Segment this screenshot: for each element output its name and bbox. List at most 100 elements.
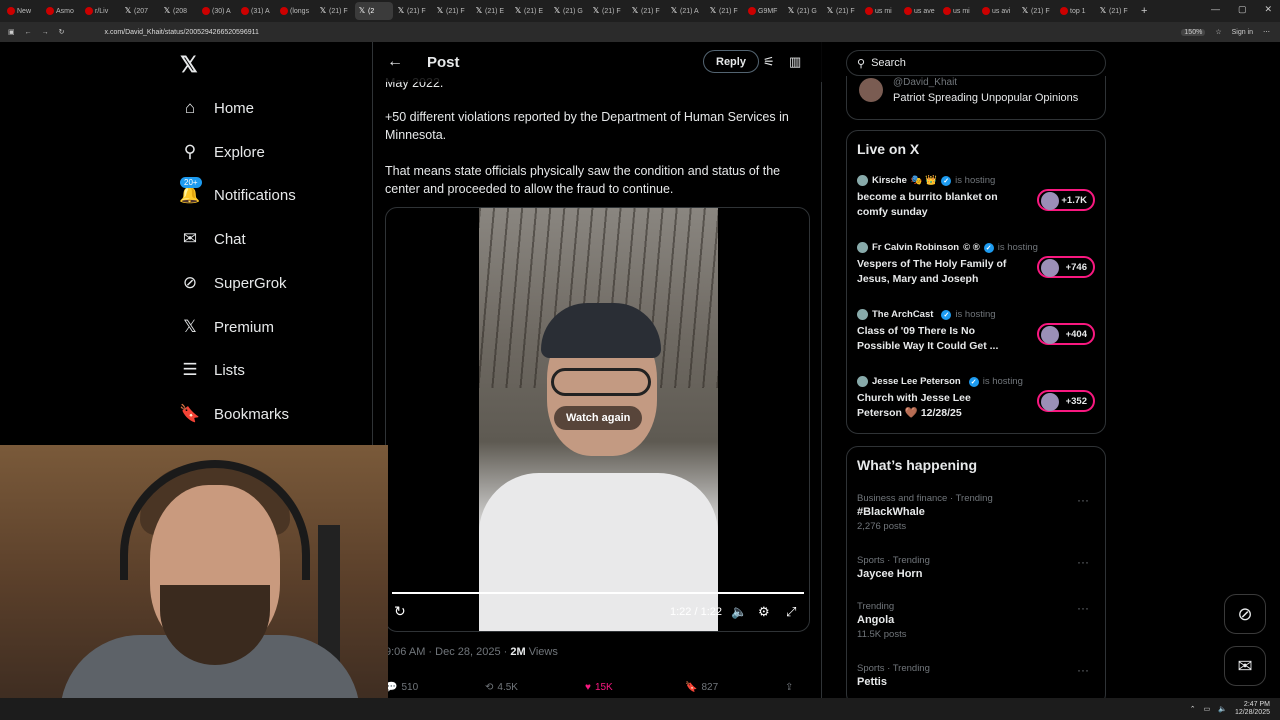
menu-icon[interactable]: ⋯: [1263, 28, 1270, 36]
browser-tab[interactable]: (longs: [277, 2, 315, 20]
browser-tab[interactable]: 𝕏 (207: [121, 2, 159, 20]
profile-card[interactable]: @David_Khait Patriot Spreading Unpopular…: [846, 76, 1106, 120]
forward-icon[interactable]: →: [42, 29, 49, 36]
live-space-item[interactable]: The ArchCast ✓ is hosting Class of '09 Ther…: [857, 309, 1097, 354]
nav-item-chat[interactable]: ✉ Chat: [180, 229, 246, 249]
reader-view-icon[interactable]: ▥: [789, 54, 801, 70]
browser-tab[interactable]: top 1: [1057, 2, 1095, 20]
repost-action[interactable]: ⟲ 4.5K: [485, 682, 585, 693]
browser-tab[interactable]: us avi: [979, 2, 1017, 20]
reload-icon[interactable]: ↻: [59, 28, 65, 36]
back-arrow-icon[interactable]: ←: [387, 53, 403, 71]
more-icon[interactable]: ···: [1077, 493, 1089, 507]
listener-pill[interactable]: +746: [1037, 256, 1095, 278]
browser-tab[interactable]: 𝕏 (208: [160, 2, 198, 20]
bookmark-icon: 🔖: [685, 682, 698, 693]
address-bar: ▣ ← → ↻ x.com/David_Khait/status/2005294…: [0, 22, 1280, 42]
trend-name: Jaycee Horn: [857, 568, 923, 580]
trend-item[interactable]: Sports · Trending Pettis ···: [857, 663, 1097, 688]
profile-button[interactable]: Sign in: [1232, 29, 1253, 36]
nav-item-bookmarks[interactable]: 🔖 Bookmarks: [179, 404, 289, 424]
reply-action[interactable]: 💬 510: [385, 682, 485, 693]
minimize-icon[interactable]: —: [1211, 4, 1220, 15]
browser-tab[interactable]: r/Liv: [82, 2, 120, 20]
browser-tab[interactable]: 𝕏 (21) F: [316, 2, 354, 20]
browser-tab[interactable]: 𝕏 (21) G: [550, 2, 588, 20]
more-icon[interactable]: ···: [1077, 555, 1089, 569]
tab-label: (21) A: [680, 7, 699, 15]
volume-tray-icon[interactable]: 🔈: [1218, 705, 1227, 713]
browser-tab[interactable]: Asmo: [43, 2, 81, 20]
browser-tab[interactable]: us ave: [901, 2, 939, 20]
browser-tab[interactable]: 𝕏 (21) E: [511, 2, 549, 20]
listener-pill[interactable]: +404: [1037, 323, 1095, 345]
trend-item[interactable]: Sports · Trending Jaycee Horn ···: [857, 555, 1097, 580]
browser-tab-strip: New Asmo r/Liv 𝕏 (207 𝕏 (208 (30) A (31) A (longs…: [0, 0, 1280, 22]
like-action[interactable]: ♥ 15K: [585, 682, 685, 693]
browser-tab[interactable]: 𝕏 (21) F: [706, 2, 744, 20]
nav-item-notifications[interactable]: 🔔 20+ Notifications: [179, 177, 296, 205]
grok-fab[interactable]: ⊘: [1224, 594, 1266, 634]
browser-tab[interactable]: (31) A: [238, 2, 276, 20]
browser-tab[interactable]: 𝕏 (21) F: [1096, 2, 1134, 20]
browser-tab[interactable]: 𝕏 (21) G: [784, 2, 822, 20]
settings-icon[interactable]: ⚙: [758, 604, 770, 620]
browser-tab[interactable]: us mi: [862, 2, 900, 20]
hosting-status: is hosting: [955, 309, 996, 320]
search-input[interactable]: ⚲ Search: [846, 50, 1106, 76]
browser-tab[interactable]: 𝕏 (21) F: [628, 2, 666, 20]
browser-tab[interactable]: 𝕏 (21) F: [394, 2, 432, 20]
volume-icon[interactable]: 🔈: [731, 604, 747, 620]
nav-item-premium[interactable]: 𝕏 Premium: [180, 317, 274, 337]
back-icon[interactable]: ←: [25, 29, 32, 36]
maximize-icon[interactable]: ▢: [1238, 4, 1247, 15]
browser-tab[interactable]: (30) A: [199, 2, 237, 20]
whats-happening-card: What’s happening Business and finance · …: [846, 446, 1106, 698]
nav-item-supergrok[interactable]: ⊘ SuperGrok: [180, 273, 287, 293]
live-space-item[interactable]: Fr Calvin Robinson © ® ✓ is hosting Vespers …: [857, 242, 1097, 287]
listener-pill[interactable]: +352: [1037, 390, 1095, 412]
nav-item-explore[interactable]: ⚲ Explore: [180, 142, 265, 162]
browser-tab[interactable]: 𝕏 (21) F: [1018, 2, 1056, 20]
search-icon: ⚲: [183, 142, 197, 161]
sliders-icon[interactable]: ⚟: [763, 54, 775, 70]
trend-item[interactable]: Trending Angola 11.5K posts ···: [857, 601, 1097, 640]
browser-tab[interactable]: us mi: [940, 2, 978, 20]
sidebar-toggle-icon[interactable]: ▣: [8, 28, 15, 36]
share-action[interactable]: ⇪: [785, 682, 805, 693]
video-player[interactable]: Watch again ↻ 1:22 / 1:22 🔈 ⚙ ⤢: [385, 207, 810, 632]
bookmark-action[interactable]: 🔖 827: [685, 682, 785, 693]
browser-tab[interactable]: 𝕏 (21) F: [433, 2, 471, 20]
live-space-item[interactable]: Jesse Lee Peterson ✓ is hosting Church with…: [857, 376, 1097, 421]
messages-fab[interactable]: ✉: [1224, 646, 1266, 686]
star-icon[interactable]: ☆: [1215, 28, 1221, 36]
close-icon[interactable]: ✕: [1264, 4, 1272, 15]
nav-item-home[interactable]: ⌂ Home: [180, 98, 254, 118]
clock[interactable]: 2:47 PM 12/28/2025: [1235, 701, 1270, 717]
replay-icon[interactable]: ↻: [394, 603, 406, 620]
post-timestamp[interactable]: 9:06 AM · Dec 28, 2025 ·: [385, 646, 510, 658]
new-tab-icon[interactable]: +: [1141, 5, 1147, 17]
nav-item-lists[interactable]: ☰ Lists: [180, 360, 244, 380]
x-logo-icon[interactable]: 𝕏: [180, 52, 198, 78]
watch-again-button[interactable]: Watch again: [554, 406, 643, 430]
fullscreen-icon[interactable]: ⤢: [786, 604, 796, 620]
browser-tab[interactable]: 𝕏 (21) F: [589, 2, 627, 20]
browser-tab[interactable]: 𝕏 (2: [355, 2, 393, 20]
browser-tab[interactable]: G9MF: [745, 2, 783, 20]
video-progress-bar[interactable]: [392, 592, 804, 594]
tray-chevron-icon[interactable]: ⌃: [1190, 705, 1196, 713]
browser-tab[interactable]: 𝕏 (21) F: [823, 2, 861, 20]
zoom-badge[interactable]: 150%: [1181, 28, 1206, 36]
browser-tab[interactable]: 𝕏 (21) A: [667, 2, 705, 20]
browser-tab[interactable]: 𝕏 (21) E: [472, 2, 510, 20]
url-field[interactable]: x.com/David_Khait/status/200529426652059…: [105, 29, 259, 36]
more-icon[interactable]: ···: [1077, 601, 1089, 615]
live-space-item[interactable]: Kirsche 🎭 👑 ✓ is hosting become a burrito bl…: [857, 175, 1097, 220]
reply-button[interactable]: Reply: [703, 50, 759, 73]
trend-item[interactable]: Business and finance · Trending #BlackWha…: [857, 493, 1097, 532]
listener-pill[interactable]: +1.7K: [1037, 189, 1095, 211]
more-icon[interactable]: ···: [1077, 663, 1089, 677]
browser-tab[interactable]: New: [4, 2, 42, 20]
network-icon[interactable]: ▭: [1204, 705, 1211, 713]
